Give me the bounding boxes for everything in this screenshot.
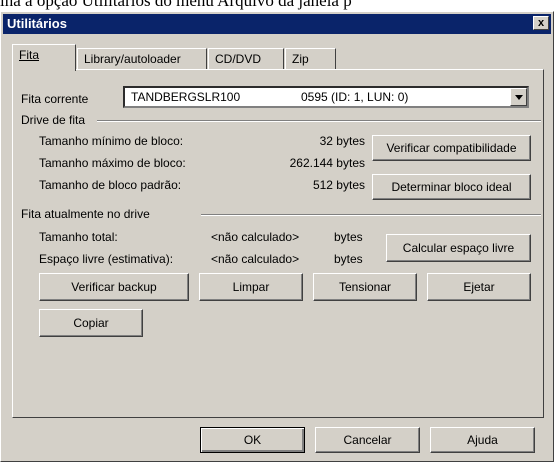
tab-zip[interactable]: Zip (285, 48, 336, 70)
total-size-value: <não calculado> (211, 230, 300, 244)
help-button[interactable]: Ajuda (430, 427, 535, 453)
current-tape-group-title: Fita atualmente no drive (21, 207, 153, 221)
close-button[interactable]: x (533, 16, 549, 30)
tension-button[interactable]: Tensionar (313, 273, 417, 301)
chevron-down-icon[interactable] (510, 88, 527, 106)
free-space-unit: bytes (334, 252, 363, 266)
current-tape-select[interactable]: TANDBERGSLR100 0595 (ID: 1, LUN: 0) (123, 86, 529, 108)
eject-button[interactable]: Ejetar (427, 273, 531, 301)
default-block-value: 512 bytes (312, 178, 365, 192)
clean-button[interactable]: Limpar (199, 273, 303, 301)
window-title: Utilitários (7, 16, 67, 31)
determine-ideal-block-button[interactable]: Determinar bloco ideal (372, 174, 531, 200)
default-block-label: Tamanho de bloco padrão: (39, 178, 182, 192)
verify-compatibility-button[interactable]: Verificar compatibilidade (372, 135, 531, 161)
tab-cd-dvd[interactable]: CD/DVD (208, 48, 284, 70)
background-caption-text: ina a opção Utilitários do menu Arquivo … (0, 0, 352, 10)
ok-button[interactable]: OK (200, 427, 305, 453)
drive-group-line (97, 120, 541, 121)
verify-backup-button[interactable]: Verificar backup (39, 273, 189, 301)
min-block-label: Tamanho mínimo de bloco: (39, 134, 184, 148)
current-tape-group-line (201, 214, 541, 215)
tab-library-autoloader[interactable]: Library/autoloader (77, 48, 207, 70)
tab-fita[interactable]: Fita (12, 44, 76, 71)
free-space-label: Espaço livre (estimativa): (39, 252, 174, 266)
total-size-unit: bytes (334, 230, 363, 244)
tape-device-name: TANDBERGSLR100 (131, 90, 241, 104)
cancel-button[interactable]: Cancelar (315, 427, 420, 453)
current-tape-label: Fita corrente (21, 92, 89, 106)
min-block-value: 32 bytes (319, 134, 365, 148)
calculate-free-space-button[interactable]: Calcular espaço livre (386, 234, 531, 262)
max-block-value: 262.144 bytes (289, 156, 365, 170)
total-size-label: Tamanho total: (39, 230, 118, 244)
drive-group-title: Drive de fita (21, 113, 89, 127)
close-icon: x (537, 17, 545, 29)
utilities-dialog: Utilitários x Fita Library/autoloader CD… (0, 11, 554, 462)
free-space-value: <não calculado> (211, 252, 300, 266)
tape-device-info: 0595 (ID: 1, LUN: 0) (301, 90, 409, 104)
copy-button[interactable]: Copiar (39, 309, 143, 337)
title-bar: Utilitários x (3, 14, 551, 34)
max-block-label: Tamanho máximo de bloco: (39, 156, 186, 170)
